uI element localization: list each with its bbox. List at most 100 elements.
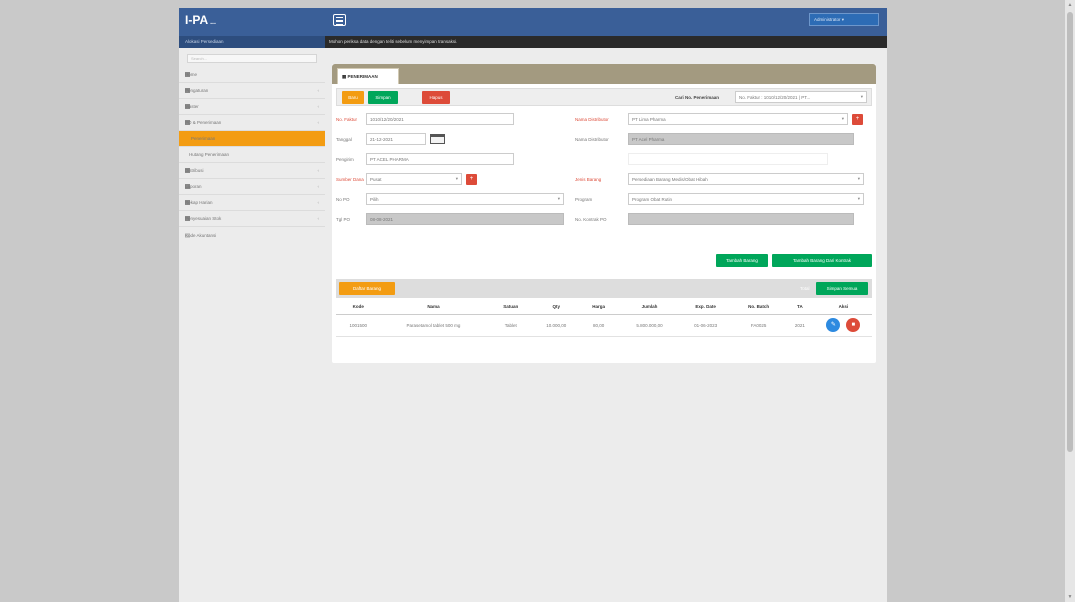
chevron-down-icon: ▾ xyxy=(857,176,860,181)
cell-aksi: ✎ ■ xyxy=(814,314,872,337)
cell-ta: 2021 xyxy=(785,314,815,337)
chevron-down-icon: ▾ xyxy=(841,116,844,121)
search-penerimaan-select[interactable]: No. Faktur : 1010/12/20/2021 | PT... ▾ xyxy=(735,91,867,103)
penerimaan-panel: ▦ PENERIMAAN Baru Simpan Hapus Cari No. … xyxy=(332,64,876,363)
scroll-down-icon[interactable]: ▼ xyxy=(1067,594,1073,600)
sidebar-item-po-penerimaan[interactable]: PO & Penerimaan ‹ xyxy=(179,115,325,131)
menu-icon[interactable] xyxy=(333,14,346,26)
chevron-down-icon: ▾ xyxy=(455,176,458,181)
scroll-up-icon[interactable]: ▲ xyxy=(1067,2,1073,8)
sidebar-item-hutang-penerimaan[interactable]: Hutang Penerimaan xyxy=(179,147,325,163)
col-aksi: Aksi xyxy=(814,300,872,315)
top-navbar: Administrator ▾ xyxy=(325,8,887,36)
col-nama: Nama xyxy=(380,300,487,315)
pengirim-input[interactable]: PT ACEL PHARMA xyxy=(366,153,514,165)
distributor-label: Nama Distributor xyxy=(575,117,609,122)
tanggal-label: Tanggal xyxy=(336,137,352,142)
distributor-select[interactable]: PT Lima Pharma ▾ xyxy=(628,113,848,125)
delete-button[interactable]: Hapus xyxy=(422,91,450,104)
sidebar-item-master[interactable]: Master ‹ xyxy=(179,99,325,115)
tab-penerimaan[interactable]: ▦ PENERIMAAN xyxy=(337,68,399,84)
program-label: Program xyxy=(575,197,593,202)
cell-nama: Parasetamol tablet 500 mg xyxy=(380,314,487,337)
cell-no-batch: FA0025 xyxy=(732,314,786,337)
kontrak-label: No. Kontrak PO xyxy=(575,217,607,222)
trash-icon[interactable]: ■ xyxy=(846,318,861,332)
table-header-row: Kode Nama Satuan Qty Harga Jumlah Exp. D… xyxy=(336,300,872,315)
cell-jumlah: 5.800.000,00 xyxy=(619,314,680,337)
add-item-from-contract-button[interactable]: Tambah Barang Dari Kontrak xyxy=(772,254,872,267)
brand-subtitle: Alokasi Persediaan xyxy=(179,36,325,48)
sidebar-item-home[interactable]: Home xyxy=(179,67,325,83)
chevron-down-icon: ▾ xyxy=(857,196,860,201)
col-exp-date: Exp. Date xyxy=(679,300,733,315)
chevron-left-icon: ‹ xyxy=(317,88,320,93)
total-label: Total xyxy=(800,286,810,291)
sidebar-item-distribusi[interactable]: Distribusi ‹ xyxy=(179,163,325,179)
jenis-barang-label: Jenis Barang xyxy=(575,177,602,182)
item-list-bar: Daftar Barang Total Simpan Semua xyxy=(336,279,872,298)
tgl-po-label: Tgl PO xyxy=(336,217,351,222)
sidebar-search-input[interactable]: Search... xyxy=(187,54,317,63)
nama-distributor-field: PT Acel Pharma xyxy=(628,133,854,145)
col-qty: Qty xyxy=(535,300,578,315)
cell-qty: 10.000,00 xyxy=(535,314,578,337)
edit-icon[interactable]: ✎ xyxy=(826,318,841,332)
chevron-left-icon: ‹ xyxy=(317,200,320,205)
sidebar-item-laporan[interactable]: Laporan ‹ xyxy=(179,179,325,195)
chevron-down-icon: ‹ xyxy=(317,120,320,125)
items-table: Kode Nama Satuan Qty Harga Jumlah Exp. D… xyxy=(336,300,872,337)
app-window: I-PA... Alokasi Persediaan Search... Hom… xyxy=(179,8,887,602)
distributor-extra-field xyxy=(628,153,828,165)
add-distributor-button[interactable]: + xyxy=(852,114,863,125)
jenis-barang-select[interactable]: Persediaan Barang Medis/Obat Hibah ▾ xyxy=(628,173,864,185)
table-row: 1001500 Parasetamol tablet 500 mg Tablet… xyxy=(336,314,872,337)
action-bar: Baru Simpan Hapus Cari No. Penerimaan No… xyxy=(336,88,872,106)
tgl-po-field: 08-08-2021 xyxy=(366,213,564,225)
sidebar: I-PA... Alokasi Persediaan Search... Hom… xyxy=(179,8,325,602)
col-satuan: Satuan xyxy=(486,300,536,315)
tanggal-input[interactable]: 21-12-2021 xyxy=(366,133,426,145)
new-button[interactable]: Baru xyxy=(342,91,364,104)
chevron-left-icon: ‹ xyxy=(317,216,320,221)
tab-bar: ▦ PENERIMAAN xyxy=(332,64,876,84)
cell-harga: 80,00 xyxy=(577,314,620,337)
pengirim-label: Pengirim xyxy=(336,157,354,162)
faktur-label: No. Faktur xyxy=(336,117,358,122)
sidebar-item-kode-akuntansi[interactable]: Kode Akuntansi xyxy=(179,227,325,243)
brand-logo[interactable]: I-PA... xyxy=(179,8,325,36)
col-no-batch: No. Batch xyxy=(732,300,786,315)
col-harga: Harga xyxy=(577,300,620,315)
sidebar-item-pengaturan[interactable]: Pengaturan ‹ xyxy=(179,83,325,99)
kontrak-field xyxy=(628,213,854,225)
nopo-label: No PO xyxy=(336,197,350,202)
sidebar-item-rekap-harian[interactable]: Rekap Harian ‹ xyxy=(179,195,325,211)
main-content: ▦ PENERIMAAN Baru Simpan Hapus Cari No. … xyxy=(325,48,887,602)
add-sumber-button[interactable]: + xyxy=(466,174,477,185)
cell-kode: 1001500 xyxy=(336,314,381,337)
search-label: Cari No. Penerimaan xyxy=(675,95,720,100)
save-all-button[interactable]: Simpan Semua xyxy=(816,282,868,295)
chevron-down-icon: ▾ xyxy=(557,196,560,201)
nopo-select[interactable]: Pilih ▾ xyxy=(366,193,564,205)
add-item-button[interactable]: Tambah Barang xyxy=(716,254,768,267)
user-menu-button[interactable]: Administrator ▾ xyxy=(809,13,879,26)
sidebar-item-penerimaan[interactable]: Penerimaan xyxy=(179,131,325,147)
cell-satuan: Tablet xyxy=(486,314,536,337)
page-scrollbar[interactable]: ▲ ▼ xyxy=(1065,0,1075,602)
chevron-left-icon: ‹ xyxy=(317,104,320,109)
sidebar-item-penyesuaian-stok[interactable]: Penyesuaian Stok ‹ xyxy=(179,211,325,227)
chevron-left-icon: ‹ xyxy=(317,168,320,173)
program-select[interactable]: Program Obat Rutin ▾ xyxy=(628,193,864,205)
col-ta: TA xyxy=(785,300,815,315)
calendar-icon[interactable] xyxy=(430,134,445,144)
nama-distributor-label: Nama Distributor xyxy=(575,137,609,142)
scroll-thumb[interactable] xyxy=(1067,12,1073,452)
notice-bar: Mohon periksa data dengan teliti sebelum… xyxy=(325,36,887,48)
sumber-dana-select[interactable]: Pusat ▾ xyxy=(366,173,462,185)
col-kode: Kode xyxy=(336,300,381,315)
item-list-title: Daftar Barang xyxy=(339,282,395,295)
save-button[interactable]: Simpan xyxy=(368,91,398,104)
col-jumlah: Jumlah xyxy=(619,300,680,315)
faktur-input[interactable]: 1010/12/20/2021 xyxy=(366,113,514,125)
